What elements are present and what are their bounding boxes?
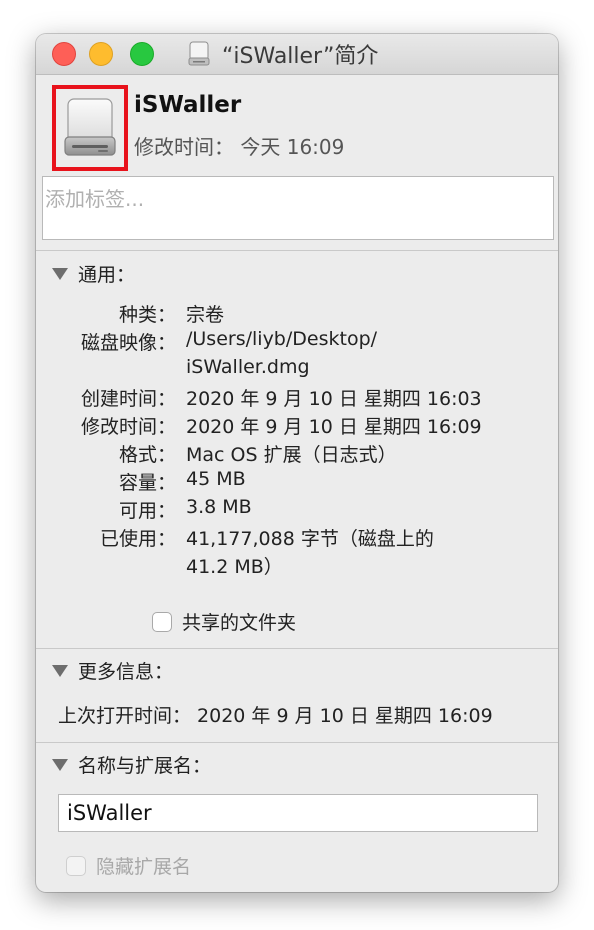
created-value: 2020 年 9 月 10 日 星期四 16:03 bbox=[186, 388, 482, 410]
zoom-button[interactable] bbox=[130, 42, 154, 66]
disclosure-triangle-icon[interactable] bbox=[52, 758, 68, 771]
disk-image-value: /Users/liyb/Desktop/ bbox=[186, 328, 378, 350]
section-name-ext-title: 名称与扩展名： bbox=[78, 755, 212, 777]
divider bbox=[36, 742, 558, 743]
section-general-header[interactable]: 通用： bbox=[52, 260, 135, 287]
tags-field[interactable] bbox=[42, 176, 557, 240]
available-label: 可用： bbox=[118, 500, 176, 522]
used-value-line2: 41.2 MB） bbox=[186, 556, 283, 578]
modified-detail-label: 修改时间： bbox=[80, 416, 176, 438]
kind-label: 种类： bbox=[118, 304, 176, 326]
shared-folder-checkbox-row[interactable]: 共享的文件夹 bbox=[152, 608, 296, 635]
hide-extension-checkbox[interactable] bbox=[66, 855, 86, 876]
file-icon-highlight[interactable] bbox=[52, 85, 128, 171]
created-label: 创建时间： bbox=[80, 388, 176, 410]
format-label: 格式： bbox=[118, 444, 176, 466]
section-general-title: 通用： bbox=[78, 264, 136, 286]
disk-image-label: 磁盘映像： bbox=[80, 332, 176, 354]
last-opened-line: 上次打开时间： 2020 年 9 月 10 日 星期四 16:09 bbox=[58, 705, 493, 727]
available-value: 3.8 MB bbox=[186, 496, 252, 518]
title-bar[interactable]: “iSWaller”简介 bbox=[36, 34, 558, 75]
shared-folder-checkbox[interactable] bbox=[152, 611, 172, 632]
used-value: 41,177,088 字节（磁盘上的 bbox=[186, 528, 434, 550]
modified-value: 今天 16:09 bbox=[240, 135, 345, 159]
capacity-value: 45 MB bbox=[186, 468, 246, 490]
disclosure-triangle-icon[interactable] bbox=[52, 664, 68, 677]
disk-image-drive-icon bbox=[64, 98, 116, 156]
disk-image-value-line2: iSWaller.dmg bbox=[186, 356, 310, 378]
section-more-info-header[interactable]: 更多信息： bbox=[52, 657, 173, 684]
modified-detail-value: 2020 年 9 月 10 日 星期四 16:09 bbox=[186, 416, 482, 438]
minimize-button[interactable] bbox=[89, 42, 113, 66]
tags-input[interactable] bbox=[43, 177, 557, 217]
modified-label: 修改时间： bbox=[134, 135, 234, 159]
hide-extension-label: 隐藏扩展名 bbox=[96, 856, 192, 878]
close-button[interactable] bbox=[52, 42, 76, 66]
capacity-label: 容量： bbox=[118, 472, 176, 494]
section-name-ext-header[interactable]: 名称与扩展名： bbox=[52, 751, 211, 778]
name-extension-input[interactable] bbox=[58, 794, 538, 832]
used-label: 已使用： bbox=[99, 528, 176, 550]
shared-folder-label: 共享的文件夹 bbox=[182, 612, 297, 634]
modified-line: 修改时间： 今天 16:09 bbox=[134, 131, 344, 160]
get-info-window: “iSWaller”简介 iSWaller 修改时间： 今天 16:09 添加标… bbox=[36, 34, 558, 892]
divider bbox=[36, 648, 558, 649]
hide-extension-checkbox-row[interactable]: 隐藏扩展名 bbox=[66, 852, 191, 879]
disclosure-triangle-icon[interactable] bbox=[52, 267, 68, 280]
section-more-info-title: 更多信息： bbox=[78, 661, 174, 683]
window-title-text: “iSWaller”简介 bbox=[222, 44, 379, 69]
file-name: iSWaller bbox=[134, 92, 242, 118]
divider bbox=[36, 250, 558, 251]
disk-image-drive-icon bbox=[188, 41, 210, 66]
kind-value: 宗卷 bbox=[186, 304, 225, 326]
format-value: Mac OS 扩展（日志式） bbox=[186, 444, 397, 466]
window-title: “iSWaller”简介 bbox=[186, 38, 378, 70]
